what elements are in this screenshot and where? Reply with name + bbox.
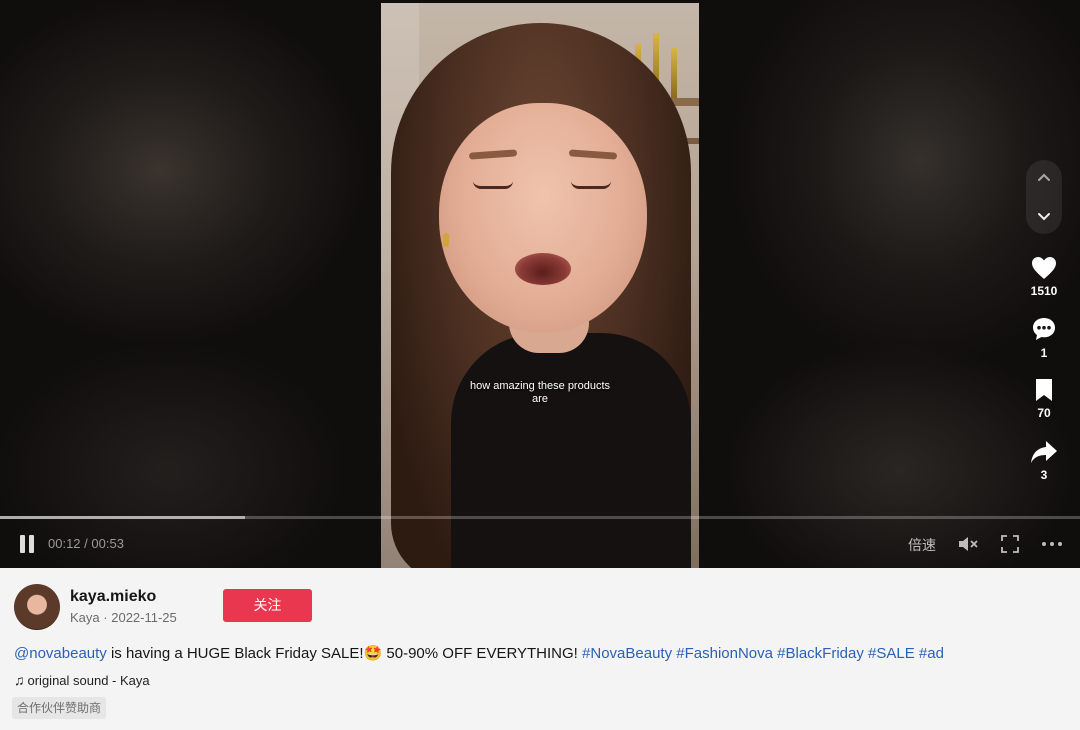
video-nav-pill	[1026, 160, 1062, 234]
mute-button[interactable]	[958, 534, 980, 554]
post-date: 2022-11-25	[111, 610, 177, 625]
share-button[interactable]: 3	[1018, 440, 1070, 482]
video-info-panel: kaya.mieko Kaya · 2022-11-25 关注 @novabea…	[0, 568, 1080, 730]
pause-icon	[20, 535, 25, 553]
bookmark-icon	[1036, 379, 1052, 401]
progress-bar-fill	[0, 516, 245, 519]
trophy-decoration	[671, 48, 677, 98]
hashtag-link[interactable]: #SALE	[868, 645, 915, 662]
video-description: @novabeauty is having a HUGE Black Frida…	[14, 644, 944, 662]
music-note-icon: ♫	[14, 672, 25, 688]
author-display-name: Kaya	[70, 610, 100, 625]
eyebrow-left	[468, 149, 518, 160]
like-button[interactable]: 1510	[1018, 256, 1070, 298]
comment-icon	[1033, 318, 1055, 340]
mention-link[interactable]: @novabeauty	[14, 645, 107, 662]
subline-separator: ·	[103, 610, 108, 625]
sound-link[interactable]: ♫ original sound - Kaya	[14, 672, 150, 688]
earring	[443, 233, 449, 247]
comment-button[interactable]: 1	[1018, 316, 1070, 360]
pause-button[interactable]	[18, 535, 36, 553]
fullscreen-icon	[1001, 535, 1019, 553]
more-options-button[interactable]	[1041, 534, 1063, 554]
previous-video-button[interactable]	[1026, 160, 1062, 196]
caption-line-2: are	[532, 393, 548, 405]
hashtag-link[interactable]: #FashionNova	[676, 645, 773, 662]
person-face	[439, 103, 647, 333]
video-caption: how amazing these products are	[455, 380, 625, 406]
author-username[interactable]: kaya.mieko	[70, 588, 156, 606]
like-count: 1510	[1030, 284, 1058, 298]
pause-icon-bar	[29, 535, 34, 553]
current-time: 00:12	[48, 536, 81, 551]
heart-icon	[1032, 257, 1056, 279]
volume-muted-icon	[959, 537, 978, 551]
save-count: 70	[1037, 406, 1051, 420]
follow-button[interactable]: 关注	[223, 589, 312, 622]
more-icon	[1042, 542, 1062, 546]
playback-speed-button[interactable]: 倍速	[908, 535, 936, 555]
sponsor-tag: 合作伙伴赞助商	[12, 697, 107, 719]
caption-line-1: how amazing these products	[469, 380, 611, 392]
chevron-up-icon	[1038, 173, 1050, 181]
fullscreen-button[interactable]	[1000, 534, 1022, 554]
video-frame[interactable]	[381, 3, 699, 568]
hashtag-link[interactable]: #NovaBeauty	[582, 645, 672, 662]
avatar[interactable]	[14, 584, 60, 630]
time-display: 00:12 / 00:53	[48, 536, 124, 551]
eyebrow-right	[568, 149, 618, 160]
author-subline: Kaya · 2022-11-25	[70, 610, 177, 625]
chevron-down-icon	[1038, 213, 1050, 221]
description-text: is having a HUGE Black Friday SALE!🤩 50-…	[106, 645, 583, 662]
mouth	[515, 253, 571, 285]
duration: 00:53	[91, 536, 124, 551]
save-button[interactable]: 70	[1018, 378, 1070, 420]
player-controls: 00:12 / 00:53 倍速	[0, 528, 1080, 560]
sound-label: original sound - Kaya	[27, 673, 150, 688]
video-player[interactable]: how amazing these products are 1510 1 70…	[0, 0, 1080, 568]
hashtag-link[interactable]: #BlackFriday	[777, 645, 864, 662]
comment-count: 1	[1040, 346, 1048, 360]
eye-left	[473, 181, 513, 189]
time-separator: /	[84, 536, 88, 551]
next-video-button[interactable]	[1026, 198, 1062, 234]
eye-right	[571, 181, 611, 189]
progress-bar[interactable]	[0, 516, 1080, 519]
hashtag-link[interactable]: #ad	[919, 645, 944, 662]
share-count: 3	[1040, 468, 1048, 482]
share-icon	[1031, 441, 1057, 463]
